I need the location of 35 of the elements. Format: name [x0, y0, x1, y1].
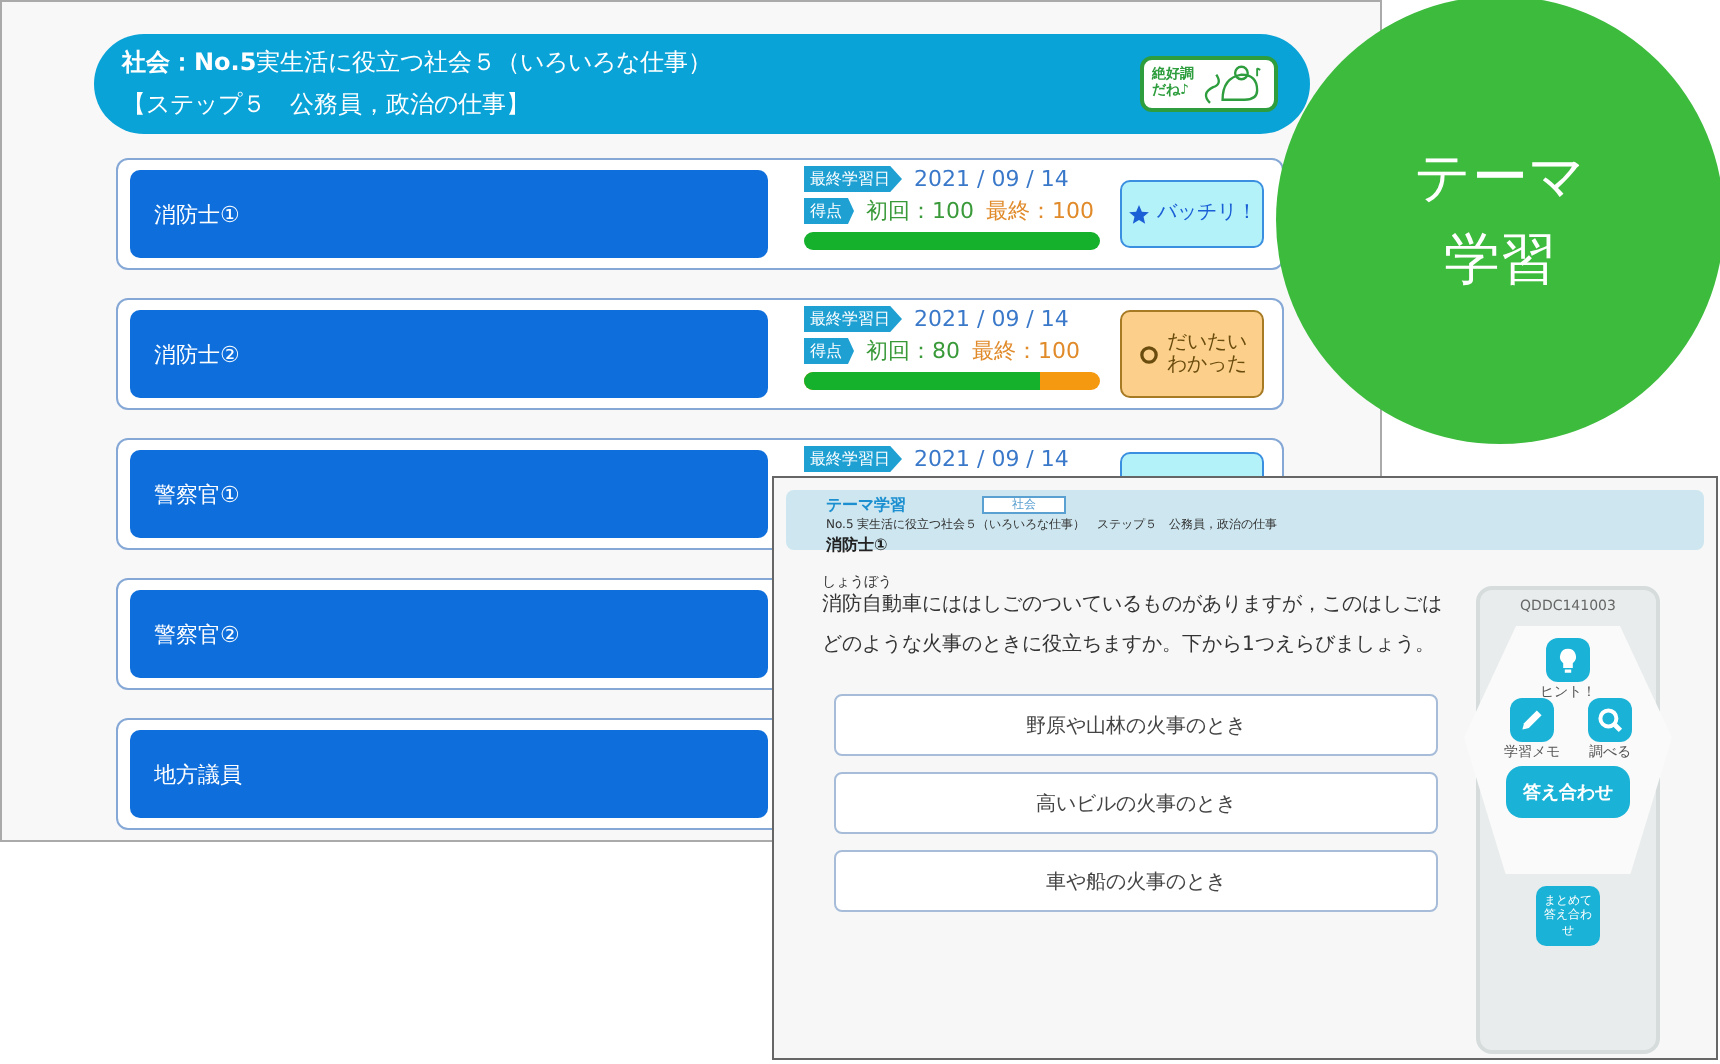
- star-icon: [1127, 203, 1149, 225]
- badge-text: テーマ 学習: [1414, 142, 1586, 296]
- check-answer-button[interactable]: 答え合わせ: [1506, 766, 1630, 818]
- date-text: 2021 / 09 / 14: [914, 166, 1069, 192]
- score-tag: 得点: [804, 338, 854, 364]
- date-text: 2021 / 09 / 14: [914, 446, 1069, 472]
- status-text: だいたい わかった: [1167, 331, 1247, 377]
- circle-icon: [1137, 343, 1159, 365]
- first-score: 初回：100: [866, 196, 974, 226]
- app-title: テーマ学習: [826, 494, 906, 516]
- last-score: 最終：100: [986, 196, 1094, 226]
- lesson-button[interactable]: 消防士①: [130, 170, 768, 258]
- search-button[interactable]: [1588, 698, 1632, 742]
- lesson-button[interactable]: 警察官①: [130, 450, 768, 538]
- lesson-button[interactable]: 消防士②: [130, 310, 768, 398]
- last-score: 最終：100: [972, 336, 1080, 366]
- lesson-title: 消防士①: [826, 534, 890, 556]
- question-text: 消防自動車にははしごのついているものがありますが，このはしごはどのような火事のときに役立ちますか。下から1つえらびましょう。: [822, 591, 1444, 660]
- unit-title: 社会：No.5実生活に役立つ社会５（いろいろな仕事）: [122, 46, 713, 80]
- first-score: 初回：80: [866, 336, 960, 366]
- lesson-button[interactable]: 地方議員: [130, 730, 768, 818]
- memo-button[interactable]: [1510, 698, 1554, 742]
- step-title: 【ステップ５ 公務員，政治の仕事】: [122, 88, 532, 122]
- status-text: バッチリ！: [1157, 202, 1257, 226]
- date-text: 2021 / 09 / 14: [914, 306, 1069, 332]
- date-tag: 最終学習日: [804, 446, 902, 472]
- hint-button[interactable]: [1546, 638, 1590, 682]
- search-icon: [1594, 704, 1626, 736]
- answer-option[interactable]: 車や船の火事のとき: [834, 850, 1438, 912]
- answer-option[interactable]: 高いビルの火事のとき: [834, 772, 1438, 834]
- date-tag: 最終学習日: [804, 306, 902, 332]
- score-tag: 得点: [804, 198, 854, 224]
- answer-option[interactable]: 野原や山林の火事のとき: [834, 694, 1438, 756]
- date-tag: 最終学習日: [804, 166, 902, 192]
- lesson-button[interactable]: 警察官②: [130, 590, 768, 678]
